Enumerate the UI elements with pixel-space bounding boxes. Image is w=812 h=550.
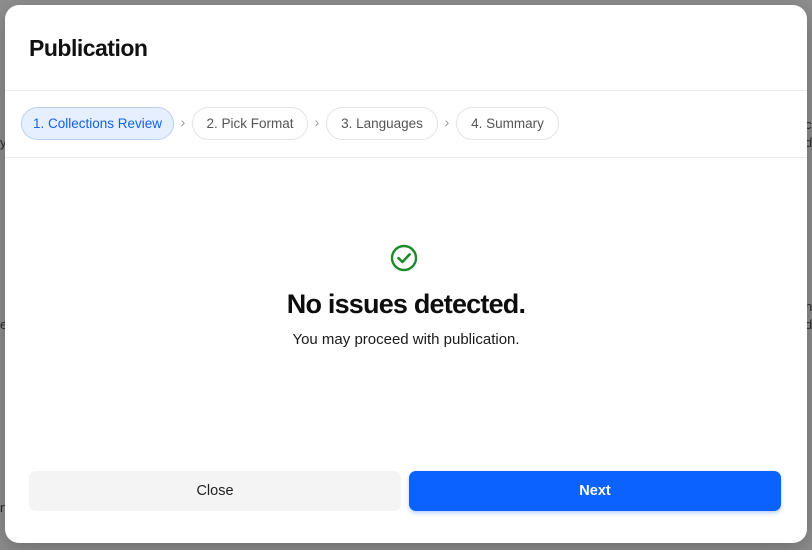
step-navigation: 1. Collections Review › 2. Pick Format ›…	[5, 91, 807, 158]
step-summary[interactable]: 4. Summary	[456, 107, 559, 140]
close-button[interactable]: Close	[29, 471, 401, 511]
publication-dialog: Publication 1. Collections Review › 2. P…	[5, 5, 807, 543]
step-languages[interactable]: 3. Languages	[326, 107, 438, 140]
step-collections-review[interactable]: 1. Collections Review	[21, 107, 174, 140]
status-headline: No issues detected.	[286, 289, 526, 319]
chevron-right-icon: ›	[180, 114, 186, 130]
chevron-right-icon: ›	[314, 114, 320, 130]
review-result: No issues detected. You may proceed with…	[5, 158, 807, 458]
chevron-right-icon: ›	[444, 114, 450, 130]
status-message: You may proceed with publication.	[292, 331, 520, 348]
next-button[interactable]: Next	[409, 471, 781, 511]
dialog-header: Publication	[5, 5, 807, 91]
check-circle-icon	[390, 244, 418, 272]
step-pick-format[interactable]: 2. Pick Format	[192, 107, 308, 140]
dialog-title: Publication	[29, 35, 148, 61]
